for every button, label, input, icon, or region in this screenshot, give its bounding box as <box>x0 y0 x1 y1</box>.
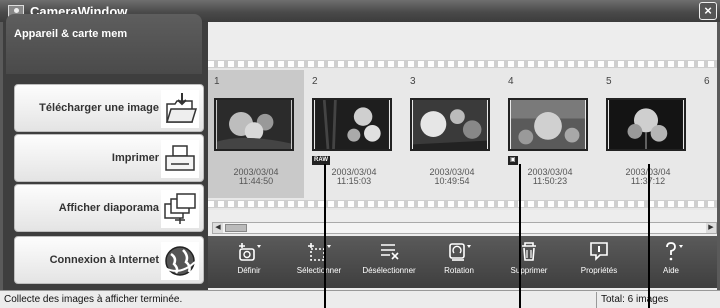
image-preview <box>606 98 686 151</box>
image-timestamp: 2003/03/04 10:49:54 <box>429 167 475 186</box>
select-label: Sélectionner <box>296 266 342 275</box>
properties-button[interactable]: Propriétés <box>568 240 630 286</box>
image-thumbnail[interactable]: 1 2003/03/04 11:44:50 <box>208 70 304 198</box>
rotate-button[interactable]: Rotation <box>428 240 490 286</box>
rotate-label: Rotation <box>444 266 474 275</box>
image-thumbnail[interactable]: 6 <box>698 70 717 198</box>
status-total: Total: 6 images <box>596 292 706 308</box>
internet-connect-button[interactable]: Connexion à Internet <box>14 236 204 284</box>
close-button[interactable]: × <box>699 2 717 20</box>
image-number: 1 <box>214 76 220 87</box>
internet-globe-icon <box>161 242 199 280</box>
film-sprocket-bottom <box>208 200 717 208</box>
image-preview <box>410 98 490 151</box>
callout-line <box>519 164 521 308</box>
image-number: 2 <box>312 76 318 87</box>
print-button[interactable]: Imprimer <box>14 134 204 182</box>
image-number: 5 <box>606 76 612 87</box>
image-timestamp: 2003/03/04 11:44:50 <box>233 167 279 186</box>
properties-icon <box>590 242 608 261</box>
image-thumbnail[interactable]: 3 2003/03/04 10:49:54 <box>404 70 500 198</box>
image-number: 4 <box>508 76 514 87</box>
deselect-icon <box>381 244 399 260</box>
status-message: Collecte des images à afficher terminée. <box>4 294 183 305</box>
image-toolbar: Définir Sélectionner Désélectionner Rota… <box>208 236 717 288</box>
film-sprocket-top <box>208 60 717 68</box>
help-icon <box>666 242 683 261</box>
delete-button[interactable]: Supprimer <box>498 240 560 286</box>
image-timestamp: 2003/03/04 11:50:23 <box>527 167 573 186</box>
horizontal-scrollbar[interactable]: ◀ ▶ <box>212 222 717 234</box>
image-preview <box>214 98 294 151</box>
callout-line <box>324 164 326 308</box>
print-icon <box>161 140 199 178</box>
download-image-button[interactable]: Télécharger une image <box>14 84 204 132</box>
set-camera-icon <box>239 243 261 261</box>
slideshow-icon <box>161 190 199 228</box>
image-thumbnail[interactable]: 4 ▣ 2003/03/04 11:50:23 <box>502 70 598 198</box>
deselect-button[interactable]: Désélectionner <box>358 240 420 286</box>
panel-header: Appareil & carte mem <box>6 14 202 74</box>
image-preview <box>508 98 588 151</box>
image-number: 6 <box>704 76 710 87</box>
callout-line <box>648 164 650 308</box>
raw-badge: RAW <box>312 156 330 165</box>
image-number: 3 <box>410 76 416 87</box>
image-thumbnail[interactable]: 2 RAW 2003/03/04 11:15:03 <box>306 70 402 198</box>
status-bar: Collecte des images à afficher terminée.… <box>0 290 720 308</box>
panel-header-label: Appareil & carte mem <box>14 28 128 40</box>
properties-label: Propriétés <box>580 266 618 275</box>
set-label: Définir <box>237 266 261 275</box>
scrollbar-thumb[interactable] <box>225 224 247 232</box>
scroll-left-icon[interactable]: ◀ <box>213 223 223 233</box>
select-icon <box>308 243 331 261</box>
image-preview <box>312 98 392 151</box>
select-button[interactable]: Sélectionner <box>288 240 350 286</box>
scroll-right-icon[interactable]: ▶ <box>706 223 716 233</box>
image-timestamp: 2003/03/04 11:15:03 <box>331 167 377 186</box>
thumbnail-strip[interactable]: 1 2003/03/04 11:44:50 2 RAW 2003/03/04 11:… <box>208 60 717 210</box>
rotate-icon <box>449 243 471 261</box>
set-button[interactable]: Définir <box>218 240 280 286</box>
protect-badge-icon: ▣ <box>508 156 518 165</box>
deselect-label: Désélectionner <box>362 266 416 275</box>
delete-label: Supprimer <box>510 266 548 275</box>
download-folder-icon <box>161 90 199 128</box>
slideshow-button[interactable]: Afficher diaporama <box>14 184 204 232</box>
